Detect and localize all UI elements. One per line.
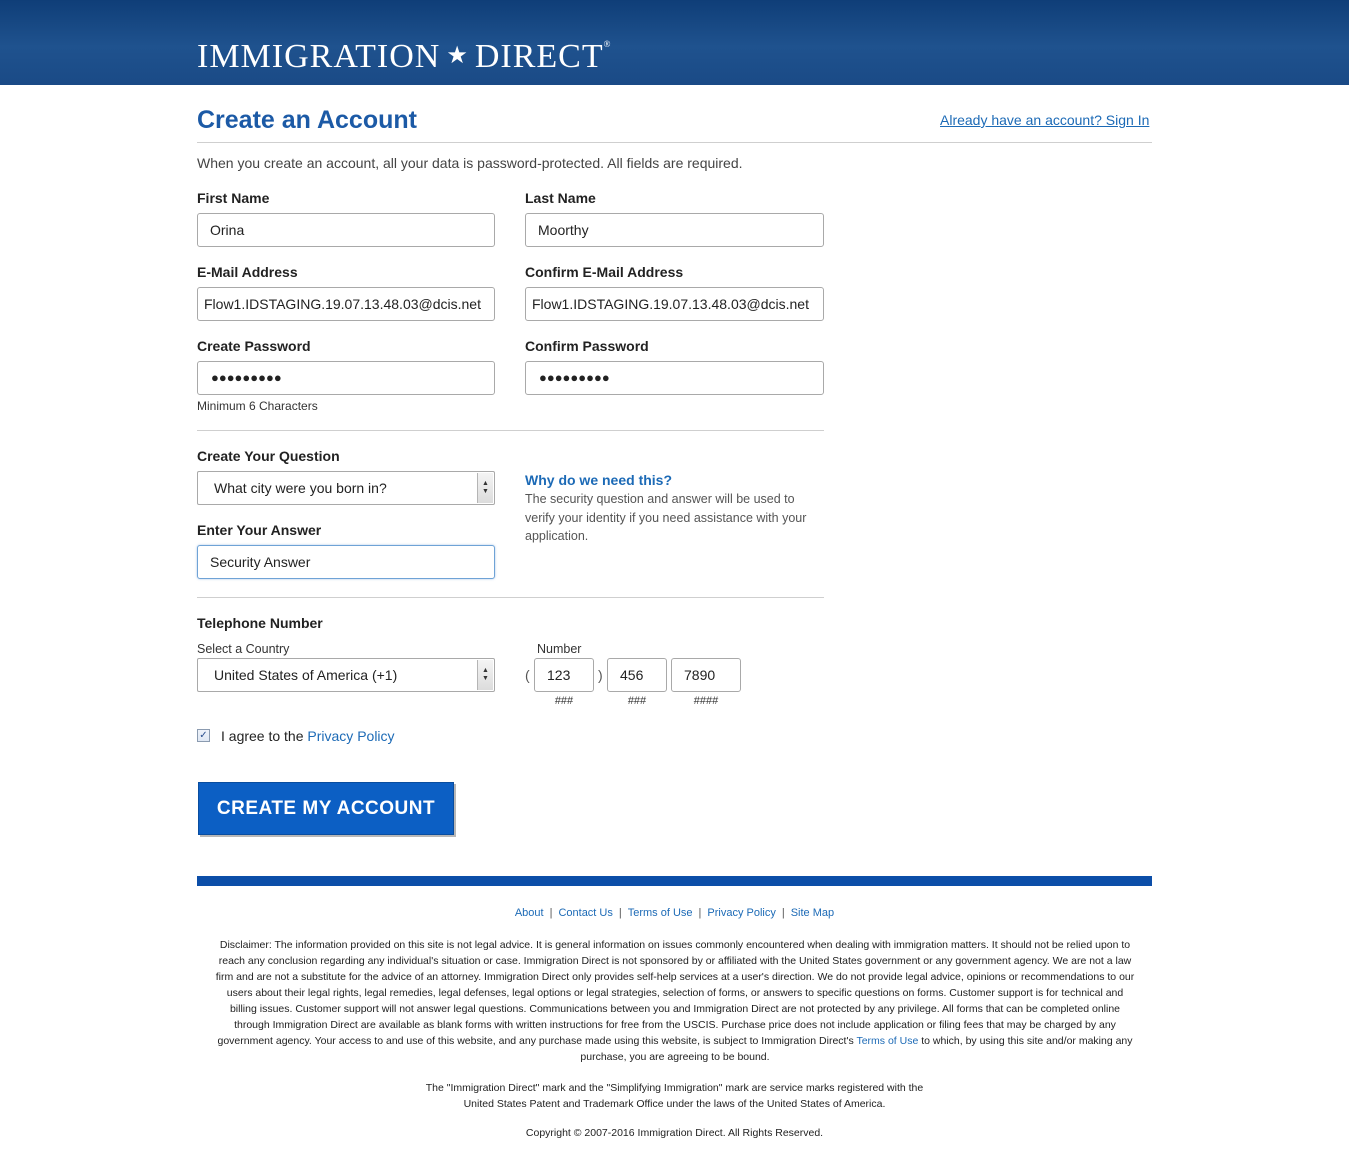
confirm-password-label: Confirm Password	[525, 338, 649, 354]
first-name-label: First Name	[197, 190, 270, 206]
footer-separator: |	[781, 907, 785, 919]
footer-separator: |	[549, 907, 553, 919]
country-label: Select a Country	[197, 642, 290, 656]
logo-text-left: IMMIGRATION	[197, 38, 441, 75]
confirm-password-input[interactable]: ●●●●●●●●●	[525, 361, 824, 395]
question-label: Create Your Question	[197, 448, 340, 464]
phone-line-input[interactable]: 7890	[671, 658, 741, 692]
last-name-input[interactable]: Moorthy	[525, 213, 824, 247]
footer-link-contact[interactable]: Contact Us	[558, 907, 612, 919]
title-divider	[197, 142, 1152, 143]
disclaimer-text: Disclaimer: The information provided on …	[215, 939, 1135, 1047]
registered-mark: ®	[603, 39, 612, 49]
logo-text-right: DIRECT	[474, 38, 604, 75]
confirm-email-input[interactable]: Flow1.IDSTAGING.19.07.13.48.03@dcis.net	[525, 287, 824, 321]
email-input-value: Flow1.IDSTAGING.19.07.13.48.03@dcis.net	[204, 296, 481, 312]
last-name-label: Last Name	[525, 190, 596, 206]
intro-text: When you create an account, all your dat…	[197, 155, 743, 171]
copyright: Copyright © 2007-2016 Immigration Direct…	[525, 1127, 824, 1139]
mask-area: ###	[554, 695, 574, 707]
confirm-email-label: Confirm E-Mail Address	[525, 264, 684, 280]
disclaimer-terms-link[interactable]: Terms of Use	[856, 1035, 918, 1047]
agree-label: I agree to the	[221, 728, 304, 744]
star-icon: ★	[446, 43, 469, 69]
password-input[interactable]: ●●●●●●●●●	[197, 361, 495, 395]
phone-area-input[interactable]: 123	[534, 658, 594, 692]
phone-prefix-input[interactable]: 456	[607, 658, 667, 692]
paren-close: )	[598, 667, 603, 683]
security-question-select[interactable]: What city were you born in? ▲ ▼	[197, 471, 495, 505]
service-marks: The "Immigration Direct" mark and the "S…	[197, 1080, 1152, 1112]
footer-separator: |	[698, 907, 702, 919]
password-hint: Minimum 6 Characters	[197, 399, 318, 413]
security-answer-input[interactable]: Security Answer	[197, 545, 495, 579]
mask-line: ####	[693, 695, 719, 707]
site-logo[interactable]: IMMIGRATION ★ DIRECT®	[197, 26, 611, 75]
answer-label: Enter Your Answer	[197, 522, 322, 538]
site-header: IMMIGRATION ★ DIRECT®	[0, 0, 1349, 85]
footer-link-sitemap[interactable]: Site Map	[791, 907, 834, 919]
agree-checkbox[interactable]: ✓	[197, 729, 210, 742]
footer-link-about[interactable]: About	[515, 907, 544, 919]
disclaimer: Disclaimer: The information provided on …	[212, 937, 1138, 1065]
agree-text: I agree to the Privacy Policy	[221, 728, 395, 744]
footer-link-terms[interactable]: Terms of Use	[628, 907, 693, 919]
dropdown-arrow-icon[interactable]: ▲ ▼	[477, 660, 493, 690]
country-select[interactable]: United States of America (+1) ▲ ▼	[197, 658, 495, 692]
number-label: Number	[537, 642, 582, 656]
phone-label: Telephone Number	[197, 615, 323, 631]
checkmark-icon: ✓	[199, 730, 208, 741]
footer-separator: |	[618, 907, 622, 919]
page-title: Create an Account	[197, 106, 417, 134]
why-text: The security question and answer will be…	[525, 492, 807, 543]
password-label: Create Password	[197, 338, 311, 354]
footer-bar	[197, 876, 1152, 886]
security-question-value: What city were you born in?	[214, 480, 387, 496]
confirm-email-input-value: Flow1.IDSTAGING.19.07.13.48.03@dcis.net	[532, 296, 809, 312]
email-label: E-Mail Address	[197, 264, 298, 280]
mask-prefix: ###	[627, 695, 647, 707]
marks-line-1: The "Immigration Direct" mark and the "S…	[425, 1082, 924, 1094]
paren-open: (	[525, 667, 530, 683]
footer-link-privacy[interactable]: Privacy Policy	[707, 907, 775, 919]
email-input[interactable]: Flow1.IDSTAGING.19.07.13.48.03@dcis.net	[197, 287, 495, 321]
dropdown-arrow-icon[interactable]: ▲ ▼	[477, 473, 493, 503]
sign-in-link[interactable]: Already have an account? Sign In	[940, 112, 1149, 128]
first-name-input[interactable]: Orina	[197, 213, 495, 247]
section-divider	[197, 430, 824, 431]
create-account-button[interactable]: CREATE MY ACCOUNT	[198, 782, 454, 835]
section-divider	[197, 597, 824, 598]
country-value: United States of America (+1)	[214, 667, 398, 683]
marks-line-2: United States Patent and Trademark Offic…	[463, 1098, 886, 1110]
footer-links: About | Contact Us | Terms of Use | Privacy Po…	[197, 907, 1152, 919]
why-title: Why do we need this?	[525, 472, 673, 488]
privacy-policy-link[interactable]: Privacy Policy	[307, 728, 394, 744]
